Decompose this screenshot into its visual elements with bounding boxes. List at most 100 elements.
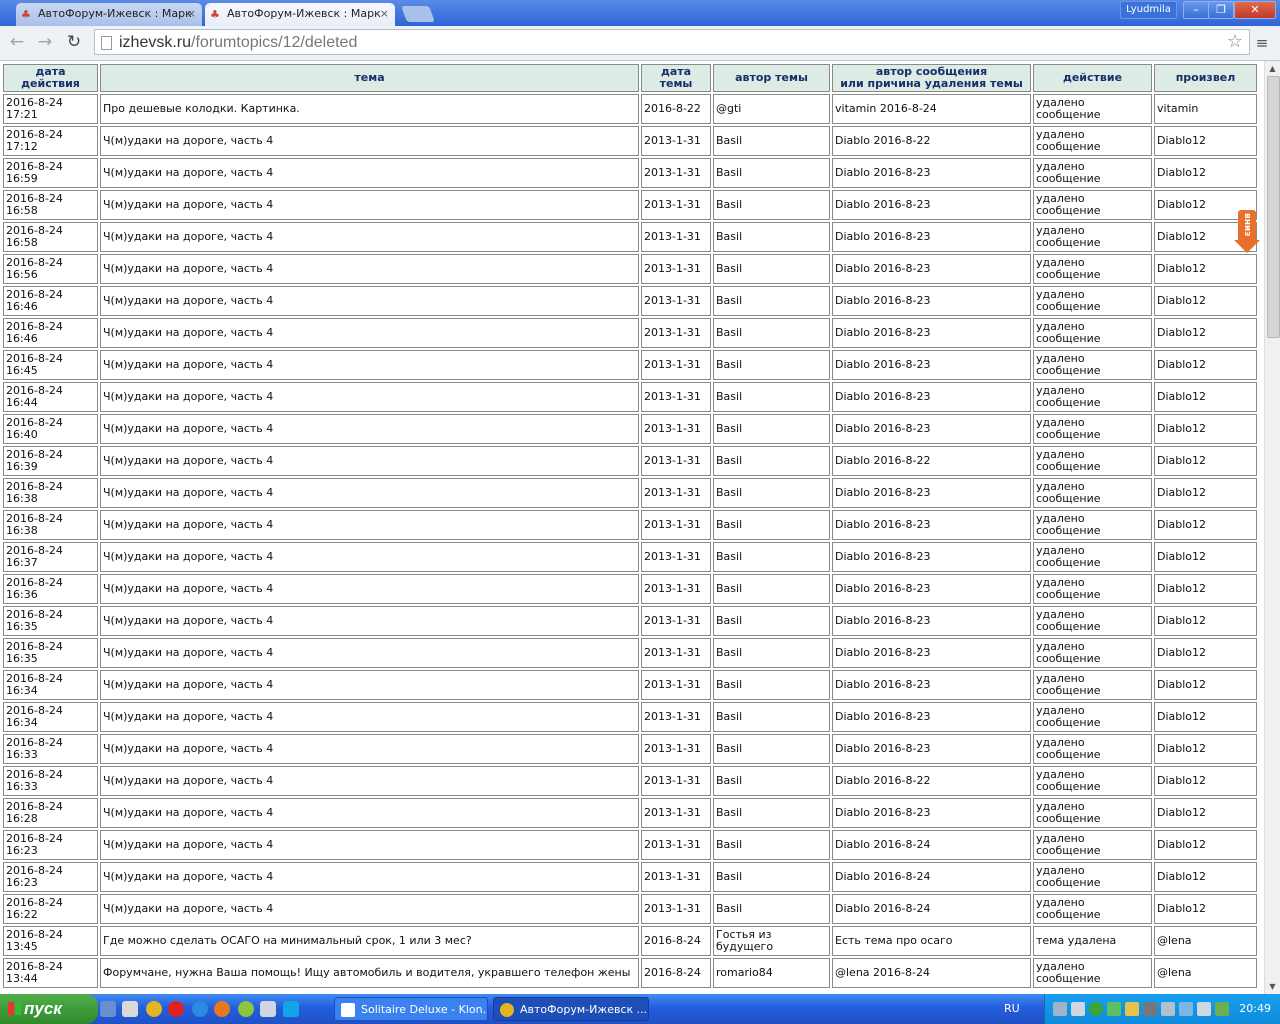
bookmark-star-icon[interactable]: ☆ — [1227, 31, 1243, 52]
tray-icon[interactable] — [1143, 1002, 1157, 1016]
cell-performed-by[interactable]: Diablo12 — [1154, 638, 1257, 668]
cell-topic[interactable]: Ч(м)удаки на дороге, часть 4 — [100, 350, 639, 380]
cell-performed-by[interactable]: Diablo12 — [1154, 542, 1257, 572]
cell-performed-by[interactable]: @lena — [1154, 958, 1257, 988]
header-topic-author[interactable]: автор темы — [713, 64, 830, 92]
cell-performed-by[interactable]: Diablo12 — [1154, 446, 1257, 476]
cell-topic-author[interactable]: Basil — [713, 830, 830, 860]
cell-topic[interactable]: Ч(м)удаки на дороге, часть 4 — [100, 510, 639, 540]
cell-performed-by[interactable]: Diablo12 — [1154, 670, 1257, 700]
cell-topic-author[interactable]: Basil — [713, 670, 830, 700]
profile-user-button[interactable]: Lyudmila — [1120, 1, 1177, 19]
cell-topic-author[interactable]: Basil — [713, 382, 830, 412]
cell-topic[interactable]: Где можно сделать ОСАГО на минимальный с… — [100, 926, 639, 956]
cell-performed-by[interactable]: Diablo12 — [1154, 510, 1257, 540]
cell-topic-author[interactable]: Гостья из будущего — [713, 926, 830, 956]
url-text[interactable]: izhevsk.ru/forumtopics/12/deleted — [119, 34, 357, 52]
page-scrollbar[interactable]: ▲ ▼ — [1264, 61, 1280, 994]
tray-icon[interactable] — [1053, 1002, 1067, 1016]
address-bar[interactable]: izhevsk.ru/forumtopics/12/deleted ☆ — [94, 29, 1250, 55]
browser-tab-2[interactable]: ♣ АвтоФорум-Ижевск : Марк × — [205, 3, 395, 26]
cell-performed-by[interactable]: Diablo12 — [1154, 606, 1257, 636]
cell-performed-by[interactable]: Diablo12 — [1154, 158, 1257, 188]
cell-topic[interactable]: Ч(м)удаки на дороге, часть 4 — [100, 254, 639, 284]
tab-close-icon[interactable]: × — [187, 3, 196, 25]
cell-topic-author[interactable]: Basil — [713, 574, 830, 604]
taskbar-item-solitaire[interactable]: Solitaire Deluxe - Klon... — [334, 997, 488, 1021]
back-arrow-icon[interactable]: ← — [6, 31, 28, 53]
cell-topic-author[interactable]: Basil — [713, 222, 830, 252]
cell-topic[interactable]: Ч(м)удаки на дороге, часть 4 — [100, 670, 639, 700]
close-window-button[interactable]: ✕ — [1234, 1, 1276, 19]
header-action-date[interactable]: дата действия — [3, 64, 98, 92]
tray-icon[interactable] — [1215, 1002, 1229, 1016]
browser-menu-icon[interactable]: ≡ — [1254, 34, 1270, 52]
cell-topic[interactable]: Ч(м)удаки на дороге, часть 4 — [100, 798, 639, 828]
explorer-icon[interactable] — [122, 1001, 138, 1017]
cell-topic-author[interactable]: Basil — [713, 254, 830, 284]
cell-topic-author[interactable]: Basil — [713, 350, 830, 380]
cell-topic-author[interactable]: Basil — [713, 798, 830, 828]
cell-topic[interactable]: Ч(м)удаки на дороге, часть 4 — [100, 190, 639, 220]
taskbar-item-browser[interactable]: АвтоФорум-Ижевск ... — [493, 997, 649, 1021]
tray-icon[interactable] — [1161, 1002, 1175, 1016]
utorrent-icon[interactable] — [238, 1001, 254, 1017]
taskbar-clock[interactable]: 20:49 — [1239, 994, 1271, 1024]
cell-topic-author[interactable]: Basil — [713, 766, 830, 796]
scroll-up-icon[interactable]: ▲ — [1265, 61, 1280, 76]
cell-topic[interactable]: Ч(м)удаки на дороге, часть 4 — [100, 158, 639, 188]
down-arrow-icon[interactable] — [1234, 240, 1260, 253]
cell-topic[interactable]: Ч(м)удаки на дороге, часть 4 — [100, 446, 639, 476]
cell-performed-by[interactable]: Diablo12 — [1154, 478, 1257, 508]
cell-topic-author[interactable]: Basil — [713, 734, 830, 764]
cell-topic-author[interactable]: Basil — [713, 414, 830, 444]
start-button[interactable]: пуск — [0, 994, 98, 1024]
tray-icon[interactable] — [1089, 1002, 1103, 1016]
app-icon[interactable] — [260, 1001, 276, 1017]
cell-topic[interactable]: Ч(м)удаки на дороге, часть 4 — [100, 830, 639, 860]
cell-topic[interactable]: Ч(м)удаки на дороге, часть 4 — [100, 862, 639, 892]
header-topic-date[interactable]: дата темы — [641, 64, 711, 92]
cell-performed-by[interactable]: Diablo12 — [1154, 830, 1257, 860]
cell-topic-author[interactable]: Basil — [713, 702, 830, 732]
cell-topic-author[interactable]: Basil — [713, 158, 830, 188]
cell-performed-by[interactable]: Diablo12 — [1154, 286, 1257, 316]
cell-topic-author[interactable]: Basil — [713, 286, 830, 316]
cell-topic-author[interactable]: Basil — [713, 126, 830, 156]
minimize-button[interactable]: – — [1183, 1, 1209, 19]
network-icon[interactable] — [1179, 1002, 1193, 1016]
maximize-button[interactable]: ❐ — [1208, 1, 1234, 19]
cell-performed-by[interactable]: Diablo12 — [1154, 702, 1257, 732]
forward-arrow-icon[interactable]: → — [34, 31, 56, 53]
cell-topic[interactable]: Ч(м)удаки на дороге, часть 4 — [100, 574, 639, 604]
internet-explorer-icon[interactable] — [192, 1001, 208, 1017]
cell-topic[interactable]: Ч(м)удаки на дороге, часть 4 — [100, 382, 639, 412]
cell-topic[interactable]: Ч(м)удаки на дороге, часть 4 — [100, 734, 639, 764]
cell-topic-author[interactable]: Basil — [713, 862, 830, 892]
show-desktop-icon[interactable] — [100, 1001, 116, 1017]
browser-tab-1[interactable]: ♣ АвтоФорум-Ижевск : Марк × — [16, 3, 202, 26]
cell-topic-author[interactable]: Basil — [713, 638, 830, 668]
header-topic[interactable]: тема — [100, 64, 639, 92]
tray-icon[interactable] — [1071, 1002, 1085, 1016]
cell-topic-author[interactable]: @gti — [713, 94, 830, 124]
cell-performed-by[interactable]: @lena — [1154, 926, 1257, 956]
tab-close-icon[interactable]: × — [380, 3, 389, 25]
cell-topic[interactable]: Про дешевые колодки. Картинка. — [100, 94, 639, 124]
cell-performed-by[interactable]: Diablo12 — [1154, 350, 1257, 380]
cell-topic[interactable]: Ч(м)удаки на дороге, часть 4 — [100, 478, 639, 508]
cell-topic[interactable]: Ч(м)удаки на дороге, часть 4 — [100, 286, 639, 316]
cell-performed-by[interactable]: Diablo12 — [1154, 574, 1257, 604]
tray-icon[interactable] — [1107, 1002, 1121, 1016]
cell-performed-by[interactable]: Diablo12 — [1154, 254, 1257, 284]
chrome-icon[interactable] — [146, 1001, 162, 1017]
cell-performed-by[interactable]: Diablo12 — [1154, 894, 1257, 924]
header-action[interactable]: действие — [1033, 64, 1152, 92]
skype-icon[interactable] — [283, 1001, 299, 1017]
cell-performed-by[interactable]: Diablo12 — [1154, 126, 1257, 156]
header-message-author[interactable]: автор сообщения или причина удаления темы — [832, 64, 1031, 92]
cell-topic-author[interactable]: Basil — [713, 510, 830, 540]
cell-performed-by[interactable]: Diablo12 — [1154, 798, 1257, 828]
cell-topic[interactable]: Ч(м)удаки на дороге, часть 4 — [100, 894, 639, 924]
cell-topic[interactable]: Ч(м)удаки на дороге, часть 4 — [100, 318, 639, 348]
